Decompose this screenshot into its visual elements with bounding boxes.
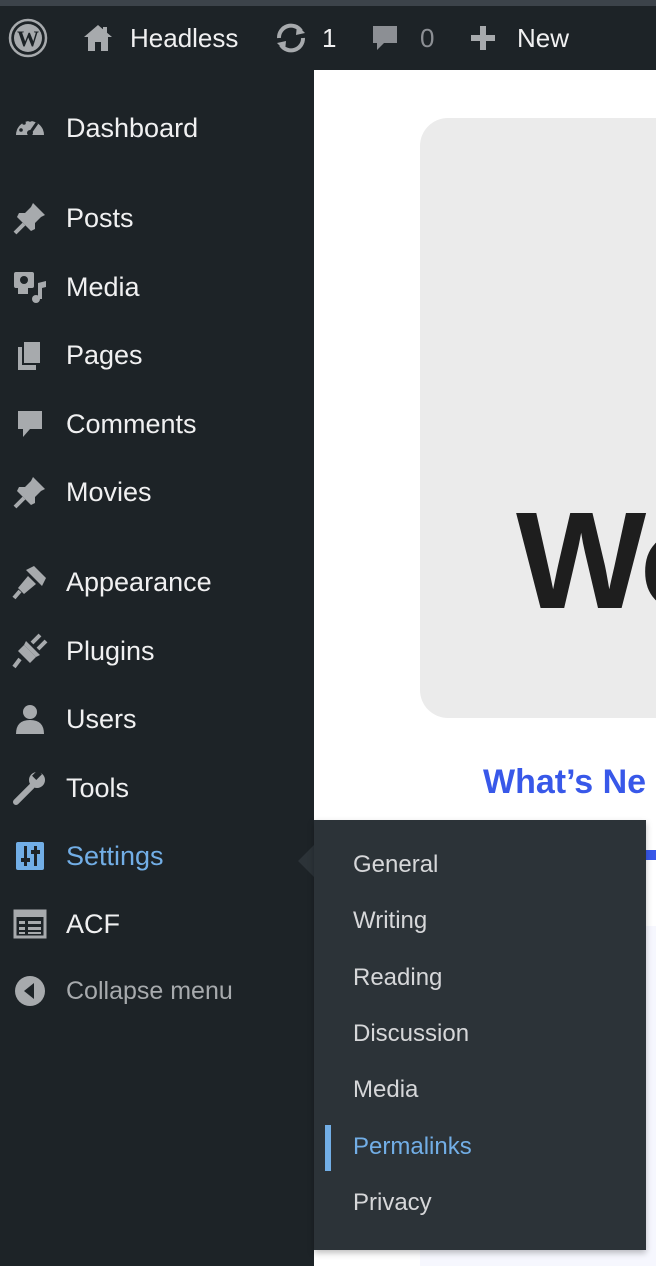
settings-submenu: General Writing Reading Discussion Media… [314, 820, 646, 1250]
pages-icon [11, 336, 49, 374]
updates-count: 1 [322, 22, 337, 53]
menu-item-label: Plugins [66, 635, 155, 666]
submenu-item-reading[interactable]: Reading [314, 952, 646, 1004]
comments-count: 0 [420, 22, 435, 53]
comment-icon [11, 405, 49, 443]
menu-item-label: Pages [66, 339, 143, 370]
plug-icon [11, 632, 49, 670]
comments-link[interactable]: 0 [370, 6, 434, 70]
welcome-title: Wo [516, 484, 656, 638]
updates-icon [274, 21, 308, 55]
submenu-item-label: Discussion [353, 1020, 470, 1047]
wrench-icon [11, 769, 49, 807]
submenu-item-general[interactable]: General [314, 839, 646, 891]
new-content-link[interactable]: New [469, 6, 569, 70]
submenu-item-label: General [353, 851, 439, 878]
new-label: New [517, 22, 570, 53]
sliders-icon [11, 837, 49, 875]
menu-item-label: Comments [66, 408, 197, 439]
collapse-arrow-icon [11, 972, 49, 1010]
paintbrush-icon [11, 563, 49, 601]
submenu-item-permalinks[interactable]: Permalinks [314, 1121, 646, 1173]
pushpin-icon [11, 473, 49, 511]
menu-item-acf[interactable]: ACF [0, 894, 314, 954]
submenu-item-label: Reading [353, 964, 443, 991]
media-icon [11, 268, 49, 306]
submenu-item-label: Permalinks [353, 1133, 472, 1160]
acf-table-icon [11, 905, 49, 943]
menu-item-media[interactable]: Media [0, 257, 314, 317]
submenu-item-label: Privacy [353, 1189, 432, 1216]
menu-item-label: Appearance [66, 566, 212, 597]
menu-item-label: Settings [66, 840, 164, 871]
menu-item-label: Media [66, 271, 140, 302]
submenu-item-media[interactable]: Media [314, 1064, 646, 1116]
collapse-menu-label: Collapse menu [66, 976, 233, 1005]
admin-sidebar-menu: Dashboard Posts Media Pages Comments Mov… [0, 70, 314, 1266]
submenu-item-discussion[interactable]: Discussion [314, 1008, 646, 1060]
plus-icon [469, 24, 497, 52]
updates-link[interactable]: 1 [274, 6, 336, 70]
submenu-item-label: Writing [353, 907, 428, 934]
menu-item-dashboard[interactable]: Dashboard [0, 98, 314, 158]
menu-item-label: ACF [66, 908, 120, 939]
pushpin-icon [11, 199, 49, 237]
svg-text:W: W [17, 26, 39, 51]
dashboard-icon [11, 109, 49, 147]
menu-item-pages[interactable]: Pages [0, 325, 314, 385]
menu-item-appearance[interactable]: Appearance [0, 552, 314, 612]
active-tab-indicator [646, 850, 656, 860]
menu-item-settings[interactable]: Settings [0, 826, 314, 886]
submenu-item-label: Media [353, 1076, 419, 1103]
menu-item-comments[interactable]: Comments [0, 394, 314, 454]
submenu-item-privacy[interactable]: Privacy [314, 1177, 646, 1229]
site-name-label: Headless [130, 22, 239, 53]
menu-item-label: Users [66, 703, 137, 734]
menu-item-label: Tools [66, 772, 130, 803]
submenu-item-writing[interactable]: Writing [314, 895, 646, 947]
menu-item-label: Posts [66, 202, 134, 233]
admin-bar: W Headless 1 0 New [0, 0, 656, 70]
menu-item-label: Movies [66, 476, 152, 507]
wordpress-logo-button[interactable]: W [8, 6, 48, 70]
comment-bubble-icon [370, 23, 400, 53]
menu-item-label: Dashboard [66, 112, 199, 143]
user-icon [11, 700, 49, 738]
submenu-pointer [298, 845, 314, 877]
whats-new-tab[interactable]: What’s Ne [483, 763, 646, 802]
collapse-menu-button[interactable]: Collapse menu [0, 961, 314, 1021]
menu-item-plugins[interactable]: Plugins [0, 621, 314, 681]
wordpress-logo-icon: W [8, 18, 48, 58]
home-icon [82, 22, 114, 54]
menu-item-tools[interactable]: Tools [0, 758, 314, 818]
menu-item-users[interactable]: Users [0, 689, 314, 749]
menu-item-posts[interactable]: Posts [0, 188, 314, 248]
menu-item-movies[interactable]: Movies [0, 462, 314, 522]
site-name-link[interactable]: Headless [82, 6, 238, 70]
